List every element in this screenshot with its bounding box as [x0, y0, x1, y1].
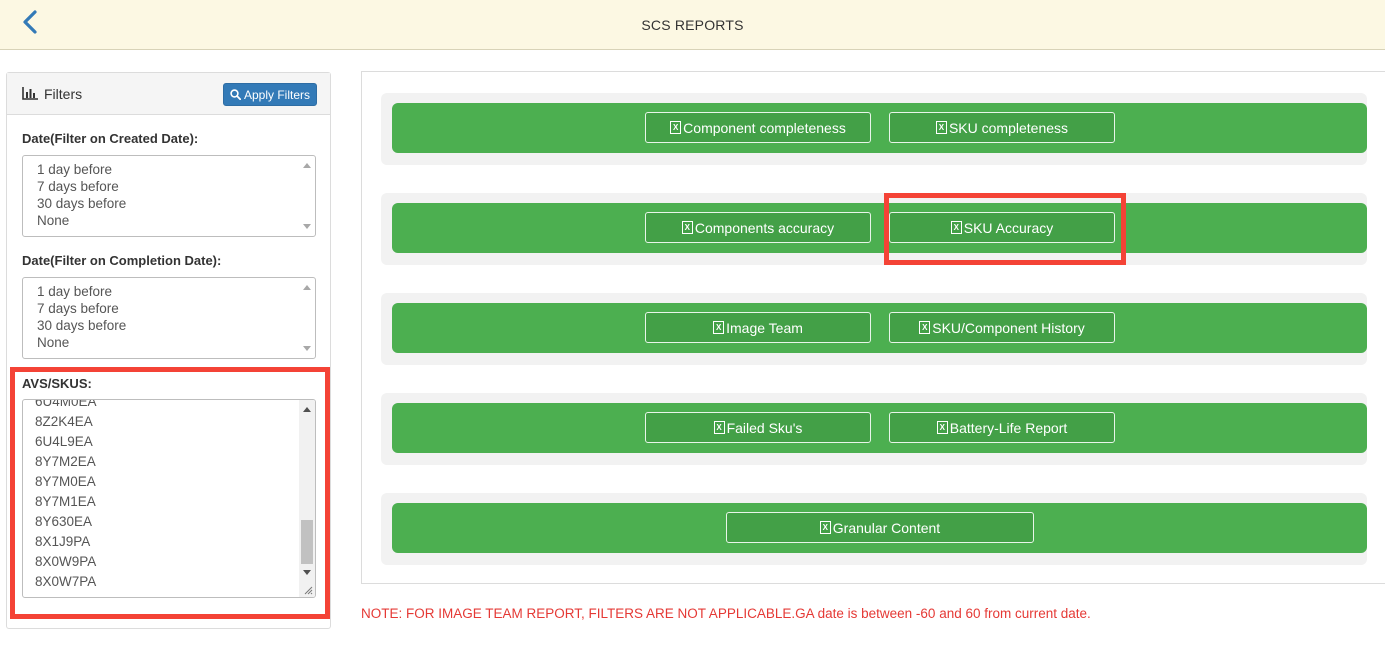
- components-accuracy-button[interactable]: X Components accuracy: [645, 212, 871, 243]
- report-row-bar: X Failed Sku's X Battery-Life Report: [392, 403, 1367, 453]
- report-row: X Granular Content: [381, 493, 1367, 565]
- filters-panel: Filters Apply Filters Date(Filter on Cre…: [6, 72, 331, 629]
- list-item[interactable]: 8Y630EA: [23, 512, 315, 532]
- image-team-button[interactable]: X Image Team: [645, 312, 871, 343]
- list-item[interactable]: 1 day before: [23, 283, 315, 300]
- report-row-bar: X Component completeness X SKU completen…: [392, 103, 1367, 153]
- button-label: Granular Content: [832, 519, 941, 536]
- list-item[interactable]: 30 days before: [23, 195, 315, 212]
- excel-file-icon: X: [670, 121, 682, 134]
- scroll-thumb[interactable]: [301, 520, 313, 564]
- search-icon: [230, 89, 241, 100]
- list-item[interactable]: 8Z2K4EA: [23, 412, 315, 432]
- excel-file-icon: X: [681, 221, 693, 234]
- report-row: X Failed Sku's X Battery-Life Report: [381, 393, 1367, 465]
- list-item[interactable]: 8Y7M2EA: [23, 452, 315, 472]
- created-date-label: Date(Filter on Created Date):: [22, 131, 199, 146]
- list-item[interactable]: 1 day before: [23, 161, 315, 178]
- scrollbar[interactable]: [299, 278, 315, 358]
- excel-file-icon: X: [919, 321, 931, 334]
- button-label: Failed Sku's: [726, 419, 803, 436]
- button-label: Battery-Life Report: [949, 419, 1068, 436]
- top-bar: SCS REPORTS: [0, 0, 1385, 50]
- list-item[interactable]: 8X0W7PA: [23, 572, 315, 592]
- report-row-bar: X Image Team X SKU/Component History: [392, 303, 1367, 353]
- excel-file-icon: X: [950, 221, 962, 234]
- list-item[interactable]: 8Y7M0EA: [23, 472, 315, 492]
- scroll-up-icon[interactable]: [303, 163, 311, 168]
- list-item[interactable]: 8Y7M1EA: [23, 492, 315, 512]
- failed-skus-button[interactable]: X Failed Sku's: [645, 412, 871, 443]
- scroll-up-icon[interactable]: [303, 407, 311, 412]
- scroll-down-icon[interactable]: [303, 224, 311, 229]
- excel-file-icon: X: [819, 521, 831, 534]
- sku-completeness-button[interactable]: X SKU completeness: [889, 112, 1115, 143]
- scroll-down-icon[interactable]: [303, 346, 311, 351]
- list-item[interactable]: 30 days before: [23, 317, 315, 334]
- apply-filters-label: Apply Filters: [243, 87, 311, 102]
- list-item[interactable]: None: [23, 212, 315, 229]
- list-item[interactable]: 7 days before: [23, 178, 315, 195]
- sku-component-history-button[interactable]: X SKU/Component History: [889, 312, 1115, 343]
- report-row-bar: X Components accuracy X SKU Accuracy: [392, 203, 1367, 253]
- granular-content-button[interactable]: X Granular Content: [726, 512, 1034, 543]
- completion-date-label: Date(Filter on Completion Date):: [22, 253, 222, 268]
- resize-handle-icon[interactable]: [304, 586, 313, 595]
- list-item[interactable]: 6U4M0EA: [23, 400, 315, 412]
- report-row: X Components accuracy X SKU Accuracy: [381, 193, 1367, 265]
- note-text: NOTE: FOR IMAGE TEAM REPORT, FILTERS ARE…: [361, 606, 1091, 621]
- list-item[interactable]: None: [23, 334, 315, 351]
- skus-label: AVS/SKUS:: [22, 376, 92, 391]
- sku-accuracy-button[interactable]: X SKU Accuracy: [889, 212, 1115, 243]
- list-item[interactable]: 8X0W9PA: [23, 552, 315, 572]
- scrollbar[interactable]: [299, 156, 315, 236]
- button-label: Image Team: [726, 319, 803, 336]
- skus-select[interactable]: 6U4M0EA 8Z2K4EA 6U4L9EA 8Y7M2EA 8Y7M0EA …: [22, 399, 316, 598]
- apply-filters-button[interactable]: Apply Filters: [223, 83, 317, 106]
- battery-life-report-button[interactable]: X Battery-Life Report: [889, 412, 1115, 443]
- button-label: SKU Accuracy: [963, 219, 1054, 236]
- excel-file-icon: X: [713, 421, 725, 434]
- excel-file-icon: X: [935, 121, 947, 134]
- filters-title: Filters: [44, 86, 83, 102]
- created-date-select[interactable]: 1 day before 7 days before 30 days befor…: [22, 155, 316, 237]
- excel-file-icon: X: [713, 321, 725, 334]
- scroll-down-icon[interactable]: [303, 570, 311, 575]
- report-row: X Image Team X SKU/Component History: [381, 293, 1367, 365]
- report-row-bar: X Granular Content: [392, 503, 1367, 553]
- button-label: SKU completeness: [948, 119, 1069, 136]
- filters-header: Filters Apply Filters: [7, 73, 330, 115]
- component-completeness-button[interactable]: X Component completeness: [645, 112, 871, 143]
- list-item[interactable]: 7 days before: [23, 300, 315, 317]
- completion-date-select[interactable]: 1 day before 7 days before 30 days befor…: [22, 277, 316, 359]
- excel-file-icon: X: [936, 421, 948, 434]
- button-label: Components accuracy: [694, 219, 835, 236]
- list-item[interactable]: 8X1J9PA: [23, 532, 315, 552]
- page-title: SCS REPORTS: [641, 17, 744, 33]
- bar-chart-icon: [22, 87, 38, 100]
- report-row: X Component completeness X SKU completen…: [381, 93, 1367, 165]
- scrollbar[interactable]: [299, 400, 315, 597]
- button-label: Component completeness: [683, 119, 846, 136]
- scroll-up-icon[interactable]: [303, 285, 311, 290]
- reports-panel: X Component completeness X SKU completen…: [361, 71, 1385, 584]
- button-label: SKU/Component History: [932, 319, 1085, 336]
- list-item[interactable]: 6U4L9EA: [23, 432, 315, 452]
